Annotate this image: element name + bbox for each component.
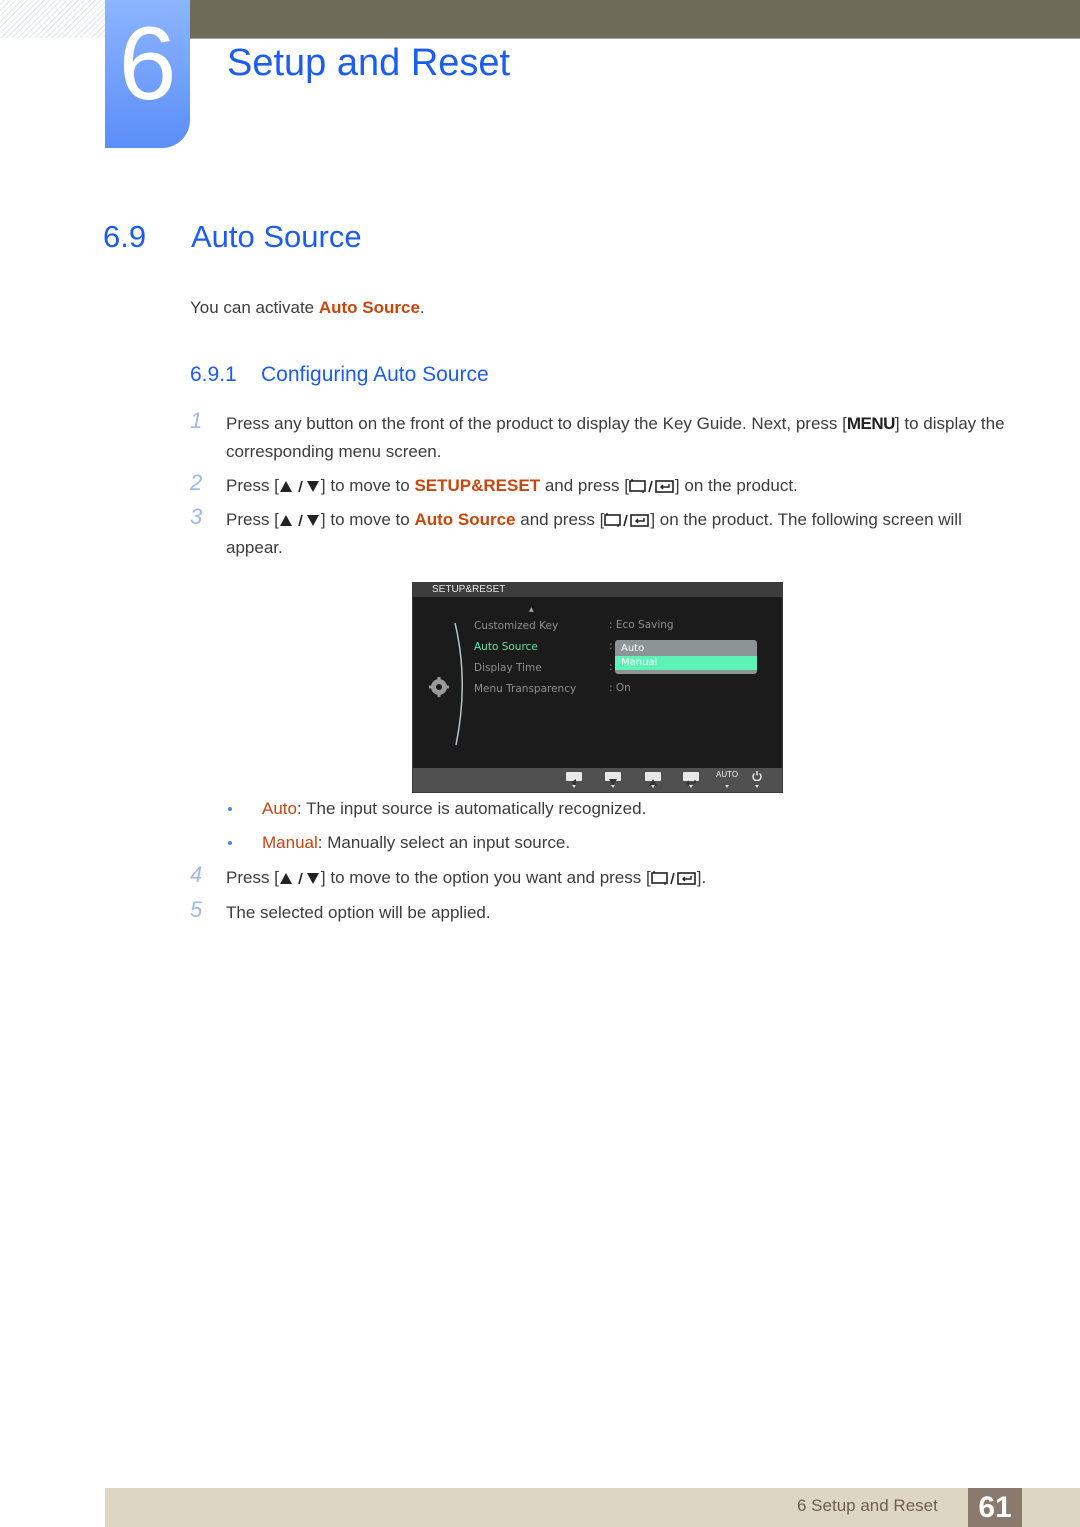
osd-value-menu-transparency: : On — [609, 682, 631, 694]
source-enter-icon — [629, 478, 674, 494]
bullet-dot — [228, 807, 232, 811]
up-down-arrow-icon — [279, 514, 320, 527]
osd-key-pointer — [572, 785, 576, 788]
osd-menu-screenshot: SETUP&RESET ▲ Customized Key Auto Source… — [412, 582, 783, 793]
osd-option-auto: Auto — [621, 643, 645, 654]
header-bar — [190, 0, 1080, 39]
step-text-part: and press [ — [515, 510, 605, 529]
bullet-dot — [228, 841, 232, 845]
osd-key-pointer — [725, 785, 729, 788]
bullet-term: Manual — [262, 833, 318, 852]
osd-auto-key-label: AUTO — [716, 770, 739, 779]
osd-key-pointer — [755, 785, 759, 788]
chapter-title: Setup and Reset — [227, 42, 511, 84]
section-number: 6.9 — [103, 219, 147, 254]
step-text: Press [ ] to move to SETUP&RESET and pres… — [226, 472, 1006, 500]
step-number: 5 — [190, 897, 203, 922]
osd-arc-decoration — [454, 622, 463, 746]
footer-section-label: 6 Setup and Reset — [797, 1496, 938, 1515]
osd-key-pointer — [651, 785, 655, 788]
osd-key-guide-bar: AUTO — [413, 768, 782, 792]
osd-key-pointer — [689, 785, 693, 788]
subsection-title: Configuring Auto Source — [261, 363, 489, 386]
step-text-part: ] to move to — [320, 510, 415, 529]
source-enter-icon — [650, 870, 696, 886]
osd-down-key-icon — [605, 772, 621, 786]
intro-text: You can activate — [190, 298, 319, 317]
step-text-part: ] on the product. — [674, 476, 798, 495]
step-text-part: Press any button on the front of the pro… — [226, 414, 847, 433]
step-highlight: Auto Source — [414, 510, 516, 529]
osd-value-customized-key: : Eco Saving — [609, 619, 674, 631]
osd-item-display-time: Display Time — [474, 662, 542, 674]
menu-key: MENU — [846, 414, 896, 433]
step-text-part: ] to move to — [320, 476, 415, 495]
osd-left-key-icon — [566, 772, 582, 786]
step-number: 3 — [190, 504, 203, 529]
step-number: 2 — [190, 470, 203, 495]
osd-title: SETUP&RESET — [413, 583, 782, 597]
step-number: 1 — [190, 408, 203, 433]
chapter-number: 6 — [118, 6, 177, 122]
intro-paragraph: You can activate Auto Source. — [190, 298, 425, 318]
osd-gear-icon — [429, 677, 449, 697]
osd-option-manual: Manual — [615, 656, 757, 670]
osd-dropdown: Auto Manual — [615, 640, 757, 674]
section-title: Auto Source — [191, 219, 362, 254]
step-text-part: ]. — [696, 868, 707, 887]
step-text: Press any button on the front of the pro… — [226, 410, 1006, 466]
step-text: The selected option will be applied. — [226, 903, 491, 922]
page-footer: 6 Setup and Reset 61 — [105, 1488, 1080, 1527]
step-text: Press [ ] to move to the option you want … — [226, 864, 1006, 892]
step-text-part: Press [ — [226, 868, 279, 887]
osd-item-customized-key: Customized Key — [474, 620, 559, 632]
osd-item-menu-transparency: Menu Transparency — [474, 683, 577, 695]
osd-value-auto-source: : — [609, 640, 613, 652]
osd-power-icon — [752, 771, 762, 781]
osd-item-auto-source: Auto Source — [474, 641, 538, 653]
up-down-arrow-icon — [279, 480, 320, 493]
page-number: 61 — [968, 1488, 1022, 1527]
bullet-desc: : Manually select an input source. — [317, 833, 571, 852]
osd-key-pointer — [611, 785, 615, 788]
intro-highlight: Auto Source — [318, 298, 420, 317]
chapter-tab: 6 — [105, 0, 190, 148]
step-highlight: SETUP&RESET — [414, 476, 541, 495]
header-hatch-decoration — [0, 0, 105, 38]
step-text-part: ] to move to the option you want and pre… — [320, 868, 651, 887]
osd-up-key-icon — [645, 772, 661, 786]
osd-value-display-time: : — [609, 661, 613, 673]
bullet-text: Auto: The input source is automatically … — [262, 799, 646, 819]
intro-suffix: . — [419, 298, 425, 317]
bullet-desc: : The input source is automatically reco… — [296, 799, 647, 818]
step-text-part: Press [ — [226, 510, 279, 529]
up-down-arrow-icon — [279, 872, 320, 885]
step-text: Press [ ] to move to Auto Source and pres… — [226, 506, 1006, 562]
source-enter-icon — [604, 512, 650, 528]
bullet-term: Auto — [262, 799, 297, 818]
step-text-part: Press [ — [226, 476, 279, 495]
subsection-number: 6.9.1 — [190, 363, 237, 386]
bullet-text: Manual: Manually select an input source. — [262, 833, 570, 853]
step-text-part: and press [ — [540, 476, 629, 495]
osd-enter-key-icon — [683, 772, 699, 786]
step-number: 4 — [190, 862, 203, 887]
osd-scroll-up-icon: ▲ — [529, 606, 534, 613]
